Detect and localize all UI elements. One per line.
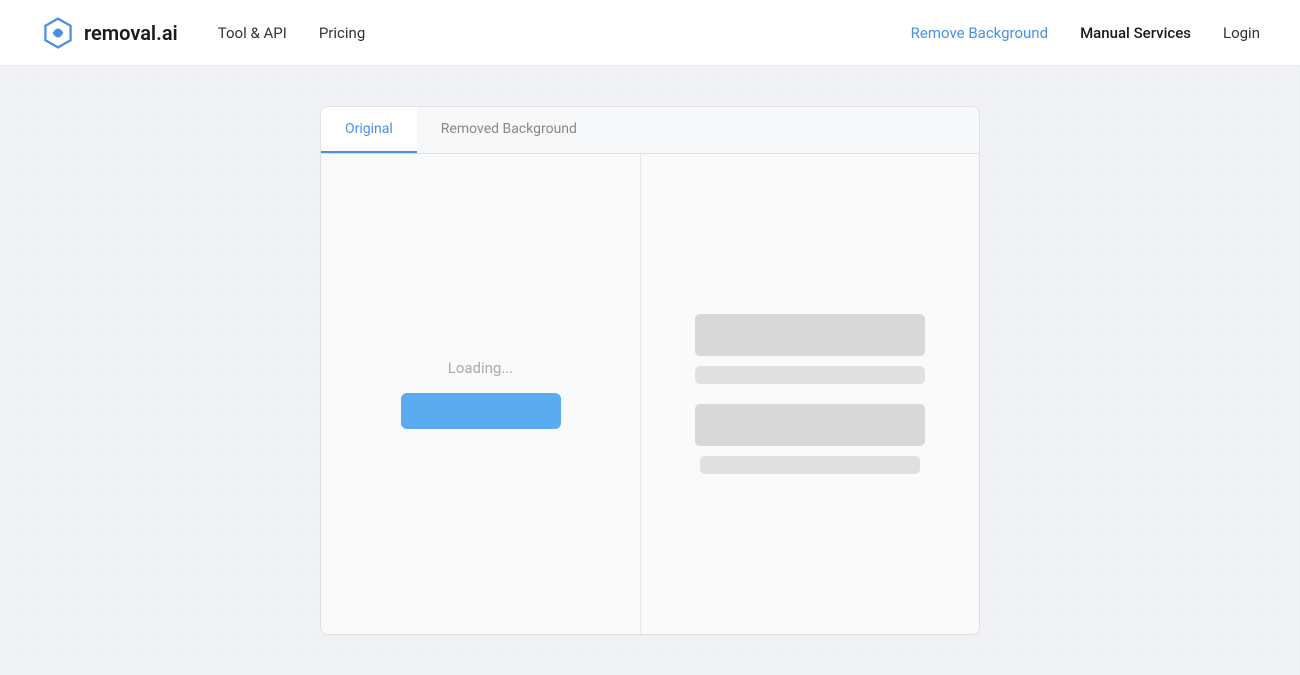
skeleton-block-1: [695, 314, 925, 356]
skeleton-group-2: [671, 404, 949, 474]
tab-original[interactable]: Original: [321, 107, 417, 153]
logo-text: removal.ai: [84, 21, 178, 45]
loading-bar: [401, 393, 561, 429]
nav-links: Tool & API Pricing: [218, 24, 366, 42]
main-content: Original Removed Background Loading...: [0, 66, 1300, 675]
tabs-bar: Original Removed Background: [321, 107, 979, 154]
skeleton-block-2: [695, 366, 925, 384]
nav-manual-services[interactable]: Manual Services: [1080, 24, 1191, 42]
navbar-right: Remove Background Manual Services Login: [911, 24, 1260, 42]
right-panel: [641, 154, 979, 634]
nav-tool-api[interactable]: Tool & API: [218, 24, 287, 42]
card: Original Removed Background Loading...: [320, 106, 980, 635]
logo-icon: [40, 15, 76, 51]
left-panel: Loading...: [321, 154, 641, 634]
nav-login[interactable]: Login: [1223, 24, 1260, 42]
nav-remove-background[interactable]: Remove Background: [911, 24, 1048, 42]
tab-removed-background[interactable]: Removed Background: [417, 107, 601, 153]
card-body: Loading...: [321, 154, 979, 634]
nav-pricing[interactable]: Pricing: [319, 24, 365, 42]
skeleton-block-4: [700, 456, 920, 474]
navbar-left: removal.ai Tool & API Pricing: [40, 15, 365, 51]
skeleton-block-3: [695, 404, 925, 446]
skeleton-group-1: [671, 314, 949, 384]
loading-text: Loading...: [448, 359, 513, 377]
logo[interactable]: removal.ai: [40, 15, 178, 51]
navbar: removal.ai Tool & API Pricing Remove Bac…: [0, 0, 1300, 66]
